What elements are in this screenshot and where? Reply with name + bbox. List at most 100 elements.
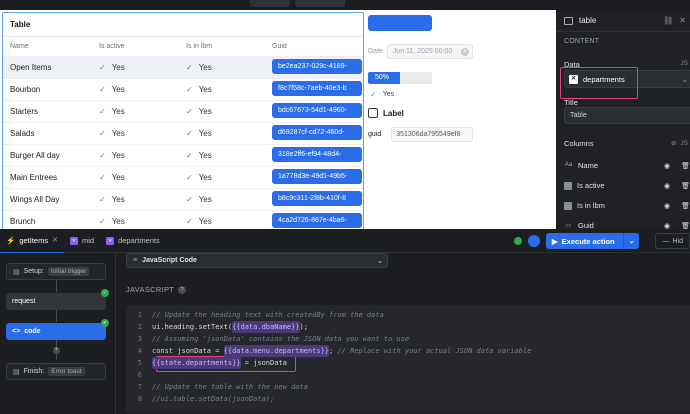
boolean-display: ✓ Yes [370, 90, 394, 99]
add-column-icon[interactable]: ⊕ [671, 140, 676, 147]
table-row[interactable]: Salads ✓ Yes ✓ Yes d69287cf-cd72-460d- [3, 123, 363, 145]
guid-button[interactable]: 318e2ff6-ef94-48d4- [272, 147, 362, 162]
chevron-down-icon[interactable]: ⌄ [624, 237, 640, 245]
cell-name: Main Entrees [10, 173, 58, 182]
table-widget[interactable]: Table Name Is active Is in lbm Guid Open… [2, 12, 364, 229]
language-select[interactable]: ≡ JavaScript Code ⌄ [126, 253, 388, 268]
guid-button[interactable]: 1a778d3e-49d1-49b5- [272, 169, 362, 184]
code-token: // Replace with your actual JSON data va… [337, 347, 532, 355]
cell-value: Yes [111, 151, 125, 160]
js-toggle[interactable]: JS [680, 60, 688, 67]
code-token: ui.heading.setText( [152, 323, 233, 331]
table-row[interactable]: Main Entrees ✓ Yes ✓ Yes 1a778d3e-49d1-49b5- [3, 167, 363, 189]
close-icon[interactable]: ✕ [679, 16, 686, 25]
eye-icon[interactable]: ◉ [664, 162, 670, 170]
line-number: 3 [137, 335, 142, 343]
add-step-icon[interactable]: + [53, 347, 60, 354]
checkbox-label: Label [383, 108, 404, 118]
cell-value: Yes [198, 129, 212, 138]
column-header-guid[interactable]: Guid [272, 43, 363, 50]
finish-label: Finish: [23, 368, 45, 375]
check-icon: ✓ [370, 90, 377, 99]
guid-button[interactable]: 4ca2d726-867e-4ba6- [272, 213, 362, 228]
date-picker-widget[interactable]: Date Jun 11, 2025 00:00 × [368, 44, 473, 59]
table-row[interactable]: Starters ✓ Yes ✓ Yes bdc67673-54d1-4960- [3, 101, 363, 123]
text-icon: Aa [564, 161, 573, 168]
checkbox-box[interactable] [368, 108, 378, 118]
column-item[interactable]: Is active ◉ 🗑 [564, 178, 690, 193]
column-item[interactable]: Aa Name ◉ 🗑 [564, 158, 690, 173]
guid-button[interactable]: bdc67673-54d1-4960- [272, 103, 362, 118]
table-row[interactable]: Burger All day ✓ Yes ✓ Yes 318e2ff6-ef94-48d4… [3, 145, 363, 167]
tab-getitems[interactable]: ⚡ getItems ✕ [0, 229, 64, 253]
app-canvas: Table Name Is active Is in lbm Guid Open… [0, 10, 556, 229]
tab-mid[interactable]: ✕ mid [64, 229, 100, 253]
table-row[interactable]: Wings All Day ✓ Yes ✓ Yes b8c9c311-2f8b-410f-… [3, 189, 363, 211]
eye-icon[interactable]: ◉ [664, 222, 670, 230]
code-icon: <> [12, 328, 21, 335]
column-header-is-in-lbm[interactable]: Is in lbm [186, 43, 272, 50]
check-icon: ✓ [99, 217, 106, 226]
run-icon[interactable] [527, 235, 540, 247]
guid-button[interactable]: d69287cf-cd72-460d- [272, 125, 362, 140]
cell-is-in-lbm: ✓ Yes [186, 195, 272, 204]
trash-icon[interactable]: 🗑 [681, 202, 690, 210]
columns-js-toggle[interactable]: ⊕ JS [671, 139, 688, 147]
cell-guid: b8c9c311-2f8b-410f-8 [272, 191, 363, 208]
clear-icon[interactable]: × [460, 48, 469, 56]
tab-departments[interactable]: ✕ departments [100, 229, 166, 253]
request-label: request [12, 298, 36, 305]
cell-value: Yes [111, 129, 125, 138]
button-widget[interactable] [368, 15, 432, 31]
flow-request[interactable]: request ✓ [6, 289, 109, 310]
check-icon: ✓ [186, 63, 193, 72]
check-icon: ✓ [99, 173, 106, 182]
cell-name: Salads [10, 129, 35, 138]
cell-is-in-lbm: ✓ Yes [186, 63, 272, 72]
eye-icon[interactable]: ◉ [664, 182, 670, 190]
eye-icon[interactable]: ◉ [664, 202, 670, 210]
guid-field[interactable]: guid 351306da795549ef8 [368, 127, 474, 142]
trash-icon[interactable]: 🗑 [681, 222, 690, 230]
table-row[interactable]: Brunch ✓ Yes ✓ Yes 4ca2d726-867e-4ba6- [3, 211, 363, 229]
column-item[interactable]: ▭ Guid ◉ 🗑 [564, 218, 690, 229]
code-token: // Update the table with the new data [152, 383, 308, 391]
cell-value: Yes [198, 85, 212, 94]
column-header-name[interactable]: Name [3, 43, 99, 50]
section-label: JAVASCRIPT [126, 285, 175, 294]
guid-button[interactable]: f8c7f58c-7aeb-40e3-b [272, 81, 362, 96]
help-icon[interactable]: ? [178, 285, 187, 294]
flow-code[interactable]: <> code ✓ [6, 319, 109, 340]
component-name[interactable]: table [579, 16, 596, 25]
guid-button[interactable]: b8c9c311-2f8b-410f-8 [272, 191, 362, 206]
cell-name: Brunch [10, 217, 36, 226]
hide-button[interactable]: — Hid [655, 233, 690, 249]
title-input[interactable]: Table [564, 107, 690, 124]
column-item[interactable]: Is in lbm ◉ 🗑 [564, 198, 690, 213]
line-number: 4 [137, 347, 142, 355]
flow-setup[interactable]: ▤ Setup: Initial trigger [6, 263, 106, 280]
checkbox-widget[interactable]: Label [368, 108, 404, 118]
trash-icon[interactable]: 🗑 [681, 182, 690, 190]
table-row[interactable]: Bourbon ✓ Yes ✓ Yes f8c7f58c-7aeb-40e3-b [3, 79, 363, 101]
trash-icon[interactable]: 🗑 [681, 162, 690, 170]
cell-value: Yes [198, 107, 212, 116]
line-number: 2 [137, 323, 142, 331]
link-icon[interactable]: ⛓ [663, 16, 673, 25]
tab-label: departments [118, 236, 160, 245]
column-header-is-active[interactable]: Is active [99, 43, 186, 50]
date-value: Jun 11, 2025 00:00 [392, 48, 453, 55]
code-editor[interactable]: 1 // Update the heading text with created… [126, 305, 690, 413]
guid-button[interactable]: be2ea237-029c-4189- [272, 59, 362, 74]
close-icon[interactable]: ✕ [52, 236, 58, 244]
execute-action-button[interactable]: ▶ Execute action ⌄ [545, 233, 640, 249]
date-input[interactable]: Jun 11, 2025 00:00 × [386, 44, 473, 59]
check-icon: ✓ [186, 151, 193, 160]
guid-input[interactable]: 351306da795549ef8 [391, 127, 474, 142]
flow-finish[interactable]: ▤ Finish: Error toast [6, 363, 106, 380]
cell-is-in-lbm: ✓ Yes [186, 107, 272, 116]
cell-is-active: ✓ Yes [99, 195, 186, 204]
table-body: Open Items ✓ Yes ✓ Yes be2ea237-029c-4189- Bou… [3, 57, 363, 229]
setup-tag: Initial trigger [47, 267, 90, 276]
table-row[interactable]: Open Items ✓ Yes ✓ Yes be2ea237-029c-4189- [3, 57, 363, 79]
